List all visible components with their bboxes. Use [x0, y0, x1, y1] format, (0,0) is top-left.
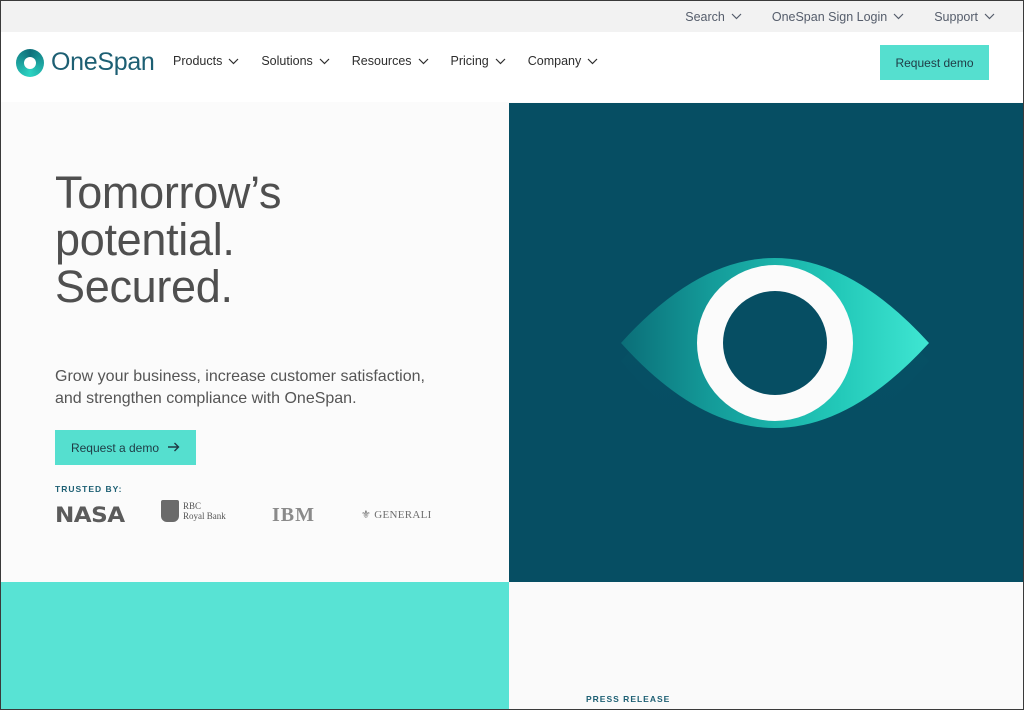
brand-name: OneSpan [51, 48, 155, 76]
chevron-down-icon [731, 13, 742, 20]
utility-search-label: Search [685, 9, 725, 24]
brand-logo[interactable]: OneSpan [16, 48, 155, 77]
page-frame: Search OneSpan Sign Login Support OneSpa… [0, 0, 1024, 710]
chevron-down-icon [984, 13, 995, 20]
nav-item-label: Pricing [450, 54, 489, 68]
rbc-logo-line: Royal Bank [183, 511, 226, 521]
request-a-demo-button[interactable]: Request a demo [55, 430, 196, 465]
hero-title-line: Tomorrow’s [55, 167, 282, 218]
eye-icon [621, 258, 929, 454]
utility-sign-login[interactable]: OneSpan Sign Login [772, 10, 904, 24]
utility-sign-login-label: OneSpan Sign Login [771, 9, 888, 24]
hero-title-line: potential. [55, 214, 235, 265]
feature-band [1, 582, 509, 709]
nav-item-products[interactable]: Products [173, 54, 239, 68]
nav-item-company[interactable]: Company [528, 54, 599, 68]
nav-item-pricing[interactable]: Pricing [451, 54, 506, 68]
rbc-logo-line: RBC [183, 501, 202, 511]
nav-item-label: Solutions [261, 54, 313, 68]
nav-item-label: Resources [351, 54, 412, 68]
nav-links: Products Solutions Resources Pricing Com… [173, 54, 598, 68]
chevron-down-icon [228, 58, 239, 65]
chevron-down-icon [587, 58, 598, 65]
hero-title-line: Secured. [55, 261, 233, 312]
generali-logo-text: GENERALI [374, 509, 432, 521]
arrow-right-icon [168, 441, 180, 455]
chevron-down-icon [495, 58, 506, 65]
hero-subtitle-line: and strengthen compliance with OneSpan. [55, 390, 357, 407]
rbc-logo-text: RBC Royal Bank [183, 501, 226, 521]
nav-item-label: Company [527, 54, 582, 68]
chevron-down-icon [319, 58, 330, 65]
request-a-demo-label: Request a demo [70, 440, 160, 455]
hero-subtitle: Grow your business, increase customer sa… [55, 366, 475, 410]
nasa-logo: NASA [55, 503, 125, 527]
hero-subtitle-line: Grow your business, increase customer sa… [55, 368, 425, 385]
press-section: PRESS RELEASE [509, 582, 1023, 709]
trusted-by-label: TRUSTED BY: [55, 484, 123, 494]
rbc-logo: RBC Royal Bank [161, 500, 226, 522]
utility-bar: Search OneSpan Sign Login Support [1, 1, 1023, 32]
onespan-logo-icon [16, 48, 44, 77]
hero-title: Tomorrow’s potential. Secured. [55, 169, 475, 310]
nav-item-label: Products [173, 54, 223, 68]
hero-content: Tomorrow’s potential. Secured. Grow your… [55, 169, 475, 528]
main-nav: OneSpan Products Solutions Resources Pri… [1, 32, 1023, 102]
hero-illustration [509, 103, 1023, 582]
nav-item-resources[interactable]: Resources [352, 54, 429, 68]
chevron-down-icon [418, 58, 429, 65]
utility-support-label: Support [934, 9, 978, 24]
generali-logo: ⚜ GENERALI [361, 509, 432, 521]
ibm-logo: IBM [272, 504, 315, 526]
chevron-down-icon [893, 13, 904, 20]
utility-support[interactable]: Support [934, 10, 995, 24]
rbc-shield-icon [161, 500, 179, 522]
request-demo-button[interactable]: Request demo [880, 45, 989, 80]
customer-logos: NASA RBC Royal Bank IBM ⚜ GENERALI [55, 498, 475, 528]
press-release-label: PRESS RELEASE [586, 694, 671, 704]
nav-item-solutions[interactable]: Solutions [261, 54, 330, 68]
utility-search[interactable]: Search [685, 10, 742, 24]
